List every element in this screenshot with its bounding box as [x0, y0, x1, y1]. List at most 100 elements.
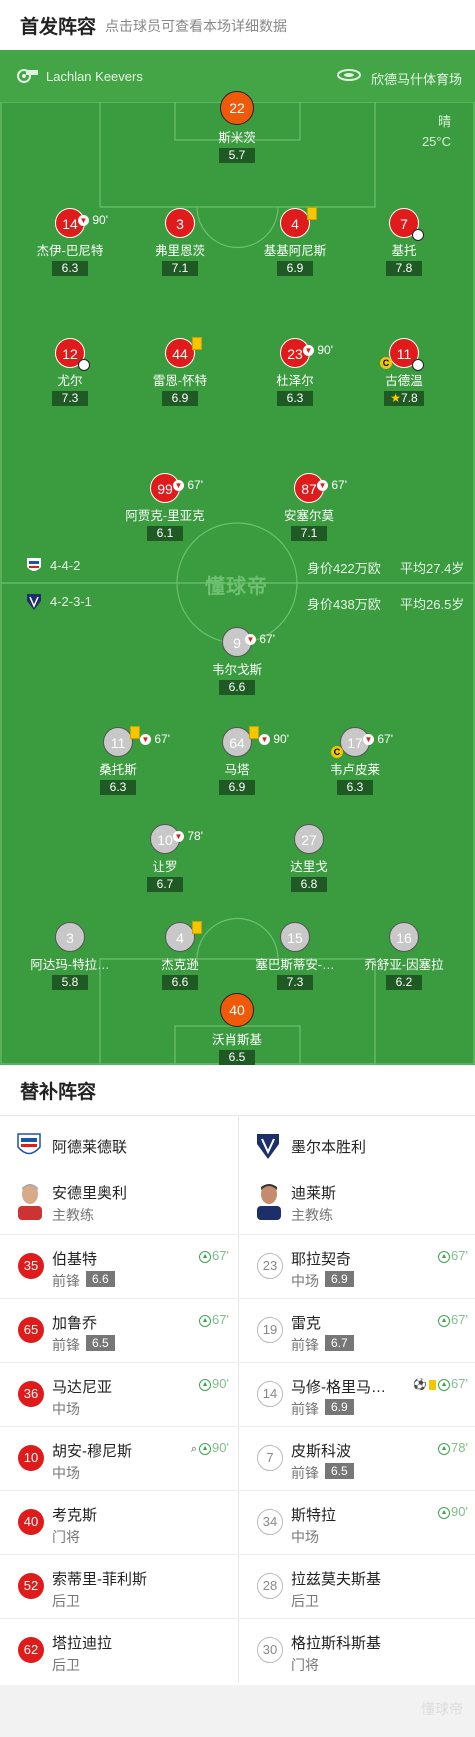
sub-position: 后卫: [291, 1593, 319, 1609]
away-player-10[interactable]: 10 ▼ 78' 让罗 6.7: [110, 824, 220, 893]
player-rating: 6.3: [100, 780, 136, 795]
sub-minute: 67': [259, 632, 275, 646]
home-player-4[interactable]: 4 基基阿尼斯 6.9: [240, 207, 350, 277]
sub-minute: 78': [187, 829, 203, 843]
player-rating: 7.3: [52, 391, 88, 406]
player-number-badge: 11 C: [380, 338, 424, 371]
coach-role: 主教练: [291, 1207, 333, 1223]
player-number: 11: [110, 735, 126, 751]
player-rating: 7.1: [291, 526, 327, 541]
sub-row[interactable]: 19 雷克 前锋 6.7 ▲ 67': [239, 1298, 475, 1362]
away-player-40[interactable]: 40 沃肖斯基 6.5: [182, 993, 292, 1065]
sub-row[interactable]: 14 马修-格里马… 前锋 6.9 ⚽ ▲ 67': [239, 1362, 475, 1426]
player-number-badge: 15: [280, 922, 310, 952]
sub-row[interactable]: 62 塔拉迪拉 后卫: [0, 1618, 237, 1682]
sub-off-icon: ▼: [245, 634, 256, 646]
sub-row[interactable]: 10 胡安-穆尼斯 中场 ⌕ ▲ 90': [0, 1426, 237, 1490]
away-player-9[interactable]: 9 ▼ 67' 韦尔戈斯 6.6: [182, 627, 292, 696]
away-team-summary: 4-2-3-1 身价438万欧 平均26.5岁: [0, 591, 475, 613]
sub-minute: 67': [451, 1248, 468, 1263]
sub-row[interactable]: 23 耶拉契奇 中场 6.9 ▲ 67': [239, 1234, 475, 1298]
home-player-22[interactable]: 22 斯米茨 5.7: [182, 91, 292, 164]
away-player-27[interactable]: 27 达里戈 6.8: [254, 824, 364, 893]
sub-row[interactable]: 30 格拉斯科斯基 门将: [239, 1618, 475, 1682]
sub-row[interactable]: 28 拉兹莫夫斯基 后卫: [239, 1554, 475, 1618]
player-name: 达里戈: [290, 860, 328, 874]
away-team-header[interactable]: 墨尔本胜利: [239, 1115, 475, 1174]
home-player-12[interactable]: 12 ↗ 尤尔 7.3: [15, 338, 125, 407]
sub-number: 30: [257, 1637, 283, 1663]
sub-row[interactable]: 35 伯基特 前锋 6.6 ▲ 67': [0, 1234, 237, 1298]
sub-on-event: ▲ 67': [438, 1248, 468, 1263]
away-player-3[interactable]: 3 阿达玛-特拉… 5.8: [15, 922, 125, 991]
weather-condition: 晴: [437, 114, 451, 129]
sub-row[interactable]: 65 加鲁乔 前锋 6.5 ▲ 67': [0, 1298, 237, 1362]
yellow-card-icon: [429, 1379, 437, 1390]
home-player-11[interactable]: 11 C 古德温 ★7.8: [349, 338, 459, 407]
home-player-23[interactable]: 23 ▼ 90' 杜泽尔 6.3: [240, 338, 350, 407]
weather: 晴 25°C: [422, 112, 451, 152]
sub-minute: 90': [92, 213, 108, 227]
player-number: 7: [400, 216, 408, 232]
sub-on-event: ▲ 67': [199, 1312, 229, 1327]
home-coach[interactable]: 安德里奥利 主教练: [0, 1174, 237, 1234]
home-player-7[interactable]: 7 基托 7.8: [349, 208, 459, 277]
player-number-badge: 16: [389, 922, 419, 952]
sub-on-event: ⌕ ▲ 90': [191, 1440, 229, 1456]
sub-rating: 6.5: [325, 1463, 354, 1479]
sub-row[interactable]: 7 皮斯科波 前锋 6.5 ▲ 78': [239, 1426, 475, 1490]
away-player-17[interactable]: 17 C ▼ 67' 韦卢皮莱 6.3: [300, 727, 410, 796]
player-number: 9: [233, 635, 241, 651]
home-player-14[interactable]: 14 ▼ 90' 杰伊-巴尼特 6.3: [15, 208, 125, 277]
player-name: 尤尔: [57, 374, 83, 388]
away-player-64[interactable]: 64 ▼ 90' 马塔 6.9: [182, 726, 292, 796]
away-player-4[interactable]: 4 杰克逊 6.6: [125, 921, 235, 991]
sub-minute: 67': [331, 478, 347, 492]
sub-position: 前锋: [52, 1273, 80, 1289]
captain-icon: C: [380, 357, 392, 369]
player-rating: 6.5: [219, 1050, 255, 1065]
sub-row[interactable]: 36 马达尼亚 中场 ▲ 90': [0, 1362, 237, 1426]
sub-on-icon: ▲: [438, 1442, 451, 1455]
home-team-name: 阿德莱德联: [52, 1139, 128, 1156]
substitutes-section: 替补阵容 阿德莱德联 安德里奥利 主教练 35 伯基特 前锋 6.6 ▲ 67' …: [0, 1065, 475, 1685]
sub-rating: 6.5: [86, 1335, 115, 1351]
sub-on-event: ⚽ ▲ 67': [413, 1376, 468, 1391]
player-name: 韦尔戈斯: [211, 663, 262, 677]
sub-on-icon: ▲: [438, 1250, 451, 1263]
home-player-99[interactable]: 99 ▼ 67' 阿贾克-里亚克 6.1: [110, 473, 220, 542]
sub-minute: 67': [212, 1248, 229, 1263]
player-rating: 7.8: [386, 261, 422, 276]
player-rating: 6.3: [277, 391, 313, 406]
player-name: 塞巴斯蒂安-…: [255, 958, 335, 972]
sub-off-icon: ▼: [303, 345, 314, 357]
home-player-3[interactable]: 3 弗里恩茨 7.1: [125, 208, 235, 277]
sub-number: 23: [257, 1253, 283, 1279]
sub-on-icon: ▲: [199, 1442, 212, 1455]
home-subs-column: 阿德莱德联 安德里奥利 主教练 35 伯基特 前锋 6.6 ▲ 67' 65 加鲁…: [0, 1115, 237, 1682]
sub-off-icon: ▼: [363, 734, 374, 746]
sub-row[interactable]: 40 考克斯 门将: [0, 1490, 237, 1554]
sub-on-event: ▲ 67': [199, 1248, 229, 1263]
sub-name: 斯特拉: [291, 1507, 337, 1524]
coach-avatar: [257, 1184, 281, 1220]
player-name: 阿达玛-特拉…: [30, 958, 110, 972]
home-player-44[interactable]: 44 雷恩-怀特 6.9: [125, 337, 235, 407]
sub-row[interactable]: 34 斯特拉 中场 ▲ 90': [239, 1490, 475, 1554]
coach-role: 主教练: [52, 1207, 94, 1223]
home-team-header[interactable]: 阿德莱德联: [0, 1115, 237, 1174]
sub-off-event: ▼ 90': [78, 205, 108, 235]
home-player-87[interactable]: 87 ▼ 67' 安塞尔莫 7.1: [254, 473, 364, 542]
footer: 懂球帝: [0, 1685, 475, 1737]
player-number-badge: 10 ▼ 78': [150, 824, 203, 854]
player-number: 64: [229, 735, 245, 751]
sub-off-icon: ▼: [173, 831, 184, 843]
sub-row[interactable]: 52 索蒂里-菲利斯 后卫: [0, 1554, 237, 1618]
star-icon: ★: [390, 391, 402, 405]
yellow-card-icon: [130, 726, 140, 739]
away-player-11[interactable]: 11 ▼ 67' 桑托斯 6.3: [63, 726, 173, 796]
away-coach[interactable]: 迪莱斯 主教练: [239, 1174, 475, 1234]
lineup-header: 首发阵容 点击球员可查看本场详细数据: [0, 0, 475, 50]
away-player-16[interactable]: 16 乔舒亚-因塞拉 6.2: [349, 922, 459, 991]
away-player-15[interactable]: 15 塞巴斯蒂安-… 7.3: [240, 922, 350, 991]
